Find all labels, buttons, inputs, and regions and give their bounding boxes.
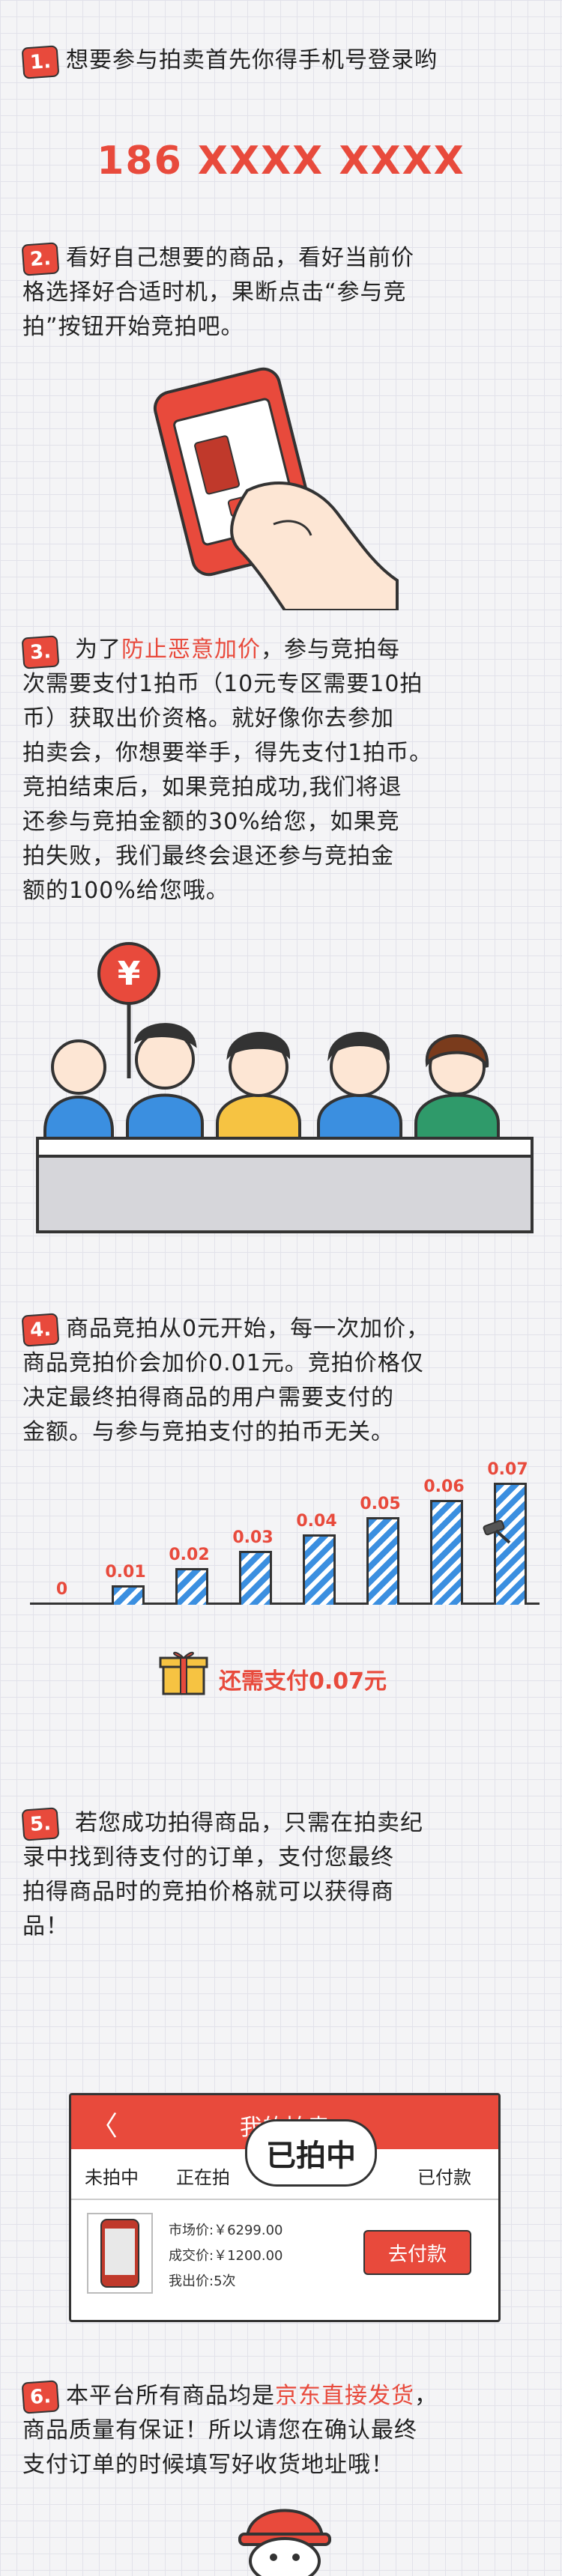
step-number-badge: 4. xyxy=(21,1313,60,1347)
product-phone-image xyxy=(87,2213,153,2294)
bar-value-label: 0.03 xyxy=(232,1528,274,1548)
step-number-badge: 1. xyxy=(21,45,60,79)
bar-value-label: 0.06 xyxy=(423,1477,465,1496)
svg-text:¥: ¥ xyxy=(118,955,141,993)
step6-line: 商品质量有保证！所以请您在确认最终 xyxy=(22,2417,417,2443)
step5-line: 录中找到待支付的订单，支付您最终 xyxy=(22,1844,394,1871)
step5-line: 品！ xyxy=(22,1913,69,1939)
order-item: 市场价:￥6299.00 成交价:￥1200.00 我出价:5次 去付款 xyxy=(86,2208,483,2305)
tab-in-progress[interactable]: 正在拍 xyxy=(176,2163,230,2189)
step-number: 1. xyxy=(29,50,52,74)
auction-tabs: 未拍中 正在拍 已拍中 已付款 xyxy=(71,2119,498,2200)
chart-bar xyxy=(238,1551,272,1605)
bar-value-label: 0.02 xyxy=(169,1546,210,1565)
step2-line: 格选择好合适时机，果断点击“参与竞 xyxy=(22,279,407,306)
step2-line: 拍”按钮开始竞拍吧。 xyxy=(22,314,244,340)
deal-price: 成交价:￥1200.00 xyxy=(169,2248,283,2264)
bar-value-label: 0.07 xyxy=(487,1460,528,1479)
step-number-badge: 6. xyxy=(21,2380,60,2414)
step2-line: 看好自己想要的商品，看好当前价 xyxy=(66,245,414,271)
step3-line1-pre: 为了 xyxy=(75,637,121,663)
bar-value-label: 0.01 xyxy=(105,1563,146,1582)
step-number-badge: 3. xyxy=(21,635,60,669)
step3-line: 币）获取出价资格。就好像你去参加 xyxy=(22,705,394,732)
step6-line: 支付订单的时候填写好收货地址哦！ xyxy=(22,2452,394,2478)
tab-paid[interactable]: 已付款 xyxy=(417,2163,471,2189)
step5-line: 拍得商品时的竞拍价格就可以获得商 xyxy=(22,1879,394,1905)
step3-line: 拍卖会，你想要举手，得先支付1拍币。 xyxy=(22,740,433,766)
chart-bar xyxy=(366,1516,399,1605)
step-number-badge: 2. xyxy=(21,242,60,276)
step3-line: 额的100%给您哦。 xyxy=(22,878,229,904)
step6-line-1: 本平台所有商品均是京东直接发货， xyxy=(66,2379,438,2414)
x-axis xyxy=(30,1603,540,1605)
my-auction-card: 〈 我的拍卖 未拍中 正在拍 已拍中 已付款 市场价:￥6299.00 成交价:… xyxy=(69,2093,501,2322)
bid-price-bar-chart: 0 0.01 0.02 0.03 0.04 0.05 0.06 0.07 xyxy=(30,1453,540,1617)
step-number: 2. xyxy=(29,247,52,271)
hand-phone-illustration xyxy=(153,367,399,610)
step5-line: 若您成功拍得商品，只需在拍卖纪 xyxy=(75,1810,423,1836)
chart-bar xyxy=(429,1499,463,1605)
step3-line-1: 为了防止恶意加价，参与竞拍每 xyxy=(75,633,400,667)
step4-line: 商品竞拍从0元开始，每一次加价， xyxy=(66,1316,430,1342)
gavel-icon xyxy=(483,1520,511,1544)
highlight-text: 防止恶意加价 xyxy=(121,637,261,663)
step-number: 4. xyxy=(29,1318,52,1342)
step4-line: 决定最终拍得商品的用户需要支付的 xyxy=(22,1385,394,1411)
step3-line: 还参与竞拍金额的30%给您，如果竞 xyxy=(22,809,400,835)
step1-text: 想要参与拍卖首先你得手机号登录哟 xyxy=(66,47,438,73)
delivery-mascot-illustration xyxy=(238,2509,331,2576)
chart-bar xyxy=(302,1534,336,1605)
step-number: 5. xyxy=(29,1812,52,1836)
step3-line: 拍失败，我们最终会退还参与竞拍金 xyxy=(22,843,394,869)
gift-icon xyxy=(159,1651,208,1695)
step3-line: 次需要支付1拍币（10元专区需要10拍 xyxy=(22,671,423,697)
chart-bar xyxy=(111,1585,145,1605)
bar-value-label: 0 xyxy=(55,1580,68,1599)
market-price: 市场价:￥6299.00 xyxy=(169,2223,283,2238)
step4-line: 金额。与参与竞拍支付的拍币无关。 xyxy=(22,1419,394,1445)
step6-line1-post: ， xyxy=(414,2383,438,2409)
step3-line1-post: ，参与竞拍每 xyxy=(261,637,400,663)
step-number: 6. xyxy=(29,2385,52,2409)
step-number-badge: 5. xyxy=(21,1807,60,1841)
chart-bar xyxy=(175,1568,208,1605)
step6-line1-pre: 本平台所有商品均是 xyxy=(66,2383,275,2409)
phone-number-display: 186 XXXX XXXX xyxy=(97,139,465,183)
highlight-text: 京东直接发货 xyxy=(275,2383,414,2409)
tab-not-won[interactable]: 未拍中 xyxy=(85,2163,139,2189)
tab-won[interactable]: 已拍中 xyxy=(245,2119,377,2187)
gift-remaining-text: 还需支付0.07元 xyxy=(219,1668,387,1695)
bar-value-label: 0.05 xyxy=(360,1494,401,1513)
step-number: 3. xyxy=(29,640,52,664)
pay-button[interactable]: 去付款 xyxy=(363,2230,471,2275)
auction-bidders-illustration: ¥ xyxy=(36,942,534,1233)
bid-count: 我出价:5次 xyxy=(169,2273,236,2289)
step3-line: 竞拍结束后，如果竞拍成功,我们将退 xyxy=(22,774,402,801)
bar-value-label: 0.04 xyxy=(296,1511,337,1531)
step4-line: 商品竞拍价会加价0.01元。竞拍价格仅 xyxy=(22,1350,424,1376)
